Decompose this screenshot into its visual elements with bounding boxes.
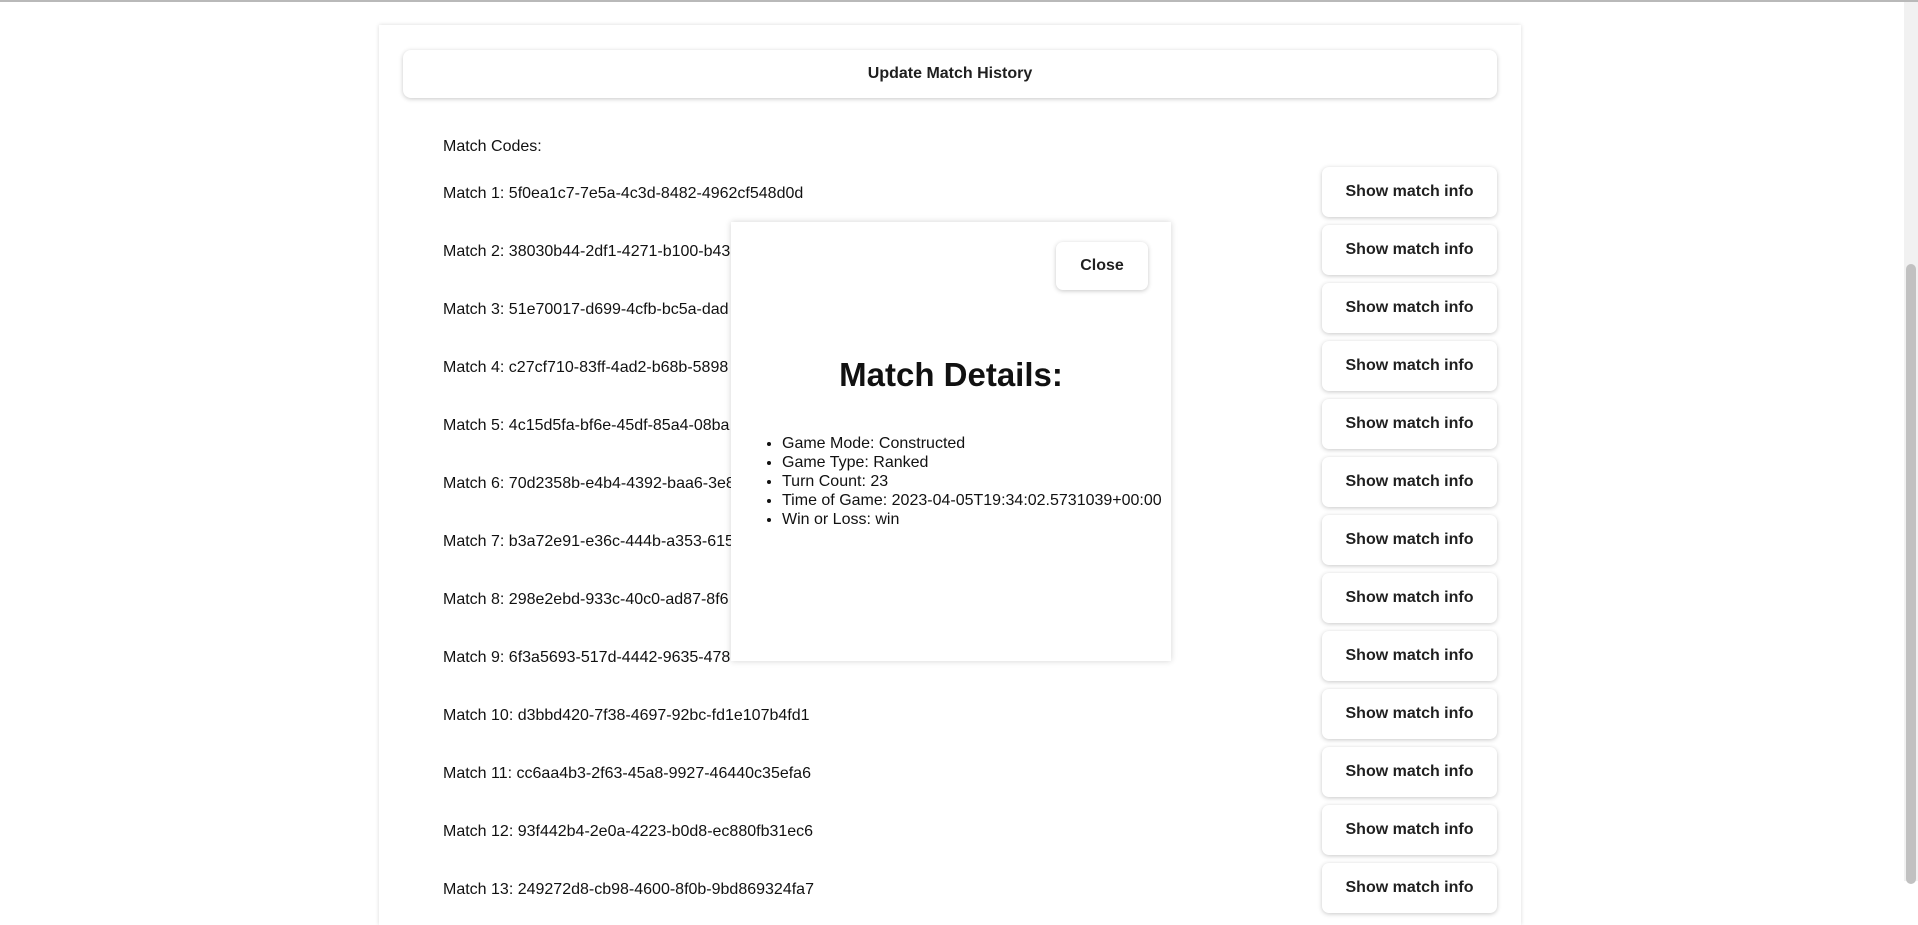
show-match-info-button[interactable]: Show match info [1322,167,1497,217]
show-match-info-button[interactable]: Show match info [1322,457,1497,507]
match-code-text: Match 12: 93f442b4-2e0a-4223-b0d8-ec880f… [443,823,814,840]
match-detail-item: Game Type: Ranked [782,453,1162,472]
close-button[interactable]: Close [1056,242,1148,290]
match-code-text: Match 11: cc6aa4b3-2f63-45a8-9927-46440c… [443,765,811,782]
match-row: Match 10: d3bbd420-7f38-4697-92bc-fd1e10… [379,689,1521,743]
match-code-text: Match 7: b3a72e91-e36c-444b-a353-615 [443,533,734,550]
show-match-info-button[interactable]: Show match info [1322,399,1497,449]
show-match-info-button[interactable]: Show match info [1322,283,1497,333]
browser-top-border [0,0,1918,2]
modal-title: Match Details: [839,356,1063,393]
show-match-info-button[interactable]: Show match info [1322,515,1497,565]
match-code-text: Match 2: 38030b44-2df1-4271-b100-b43 [443,243,731,260]
update-match-history-button[interactable]: Update Match History [403,50,1497,98]
match-row: Match 1: 5f0ea1c7-7e5a-4c3d-8482-4962cf5… [379,167,1521,221]
show-match-info-button[interactable]: Show match info [1322,631,1497,681]
match-details-modal: Close Match Details: Game Mode: Construc… [731,222,1171,661]
show-match-info-button[interactable]: Show match info [1322,573,1497,623]
match-code-text: Match 9: 6f3a5693-517d-4442-9635-478 [443,649,731,666]
show-match-info-button[interactable]: Show match info [1322,747,1497,797]
show-match-info-button[interactable]: Show match info [1322,805,1497,855]
scrollbar-thumb[interactable] [1906,264,1916,884]
match-detail-item: Turn Count: 23 [782,472,1162,491]
match-code-text: Match 1: 5f0ea1c7-7e5a-4c3d-8482-4962cf5… [443,185,804,202]
match-detail-item: Win or Loss: win [782,510,1162,529]
match-code-text: Match 6: 70d2358b-e4b4-4392-baa6-3e8 [443,475,735,492]
match-detail-item: Game Mode: Constructed [782,434,1162,453]
match-code-text: Match 5: 4c15d5fa-bf6e-45df-85a4-08ba [443,417,730,434]
match-code-text: Match 4: c27cf710-83ff-4ad2-b68b-5898 [443,359,729,376]
show-match-info-button[interactable]: Show match info [1322,225,1497,275]
match-row: Match 13: 249272d8-cb98-4600-8f0b-9bd869… [379,863,1521,917]
match-details-list: Game Mode: ConstructedGame Type: RankedT… [782,434,1162,529]
show-match-info-button[interactable]: Show match info [1322,689,1497,739]
show-match-info-button[interactable]: Show match info [1322,341,1497,391]
match-row: Match 12: 93f442b4-2e0a-4223-b0d8-ec880f… [379,805,1521,859]
match-code-text: Match 10: d3bbd420-7f38-4697-92bc-fd1e10… [443,707,810,724]
match-row: Match 11: cc6aa4b3-2f63-45a8-9927-46440c… [379,747,1521,801]
match-code-text: Match 3: 51e70017-d699-4cfb-bc5a-dad [443,301,729,318]
page-scrollbar[interactable] [1904,2,1918,884]
match-codes-label: Match Codes: [443,138,542,155]
match-code-text: Match 13: 249272d8-cb98-4600-8f0b-9bd869… [443,881,814,898]
match-detail-item: Time of Game: 2023-04-05T19:34:02.573103… [782,491,1162,510]
show-match-info-button[interactable]: Show match info [1322,863,1497,913]
match-code-text: Match 8: 298e2ebd-933c-40c0-ad87-8f6 [443,591,729,608]
